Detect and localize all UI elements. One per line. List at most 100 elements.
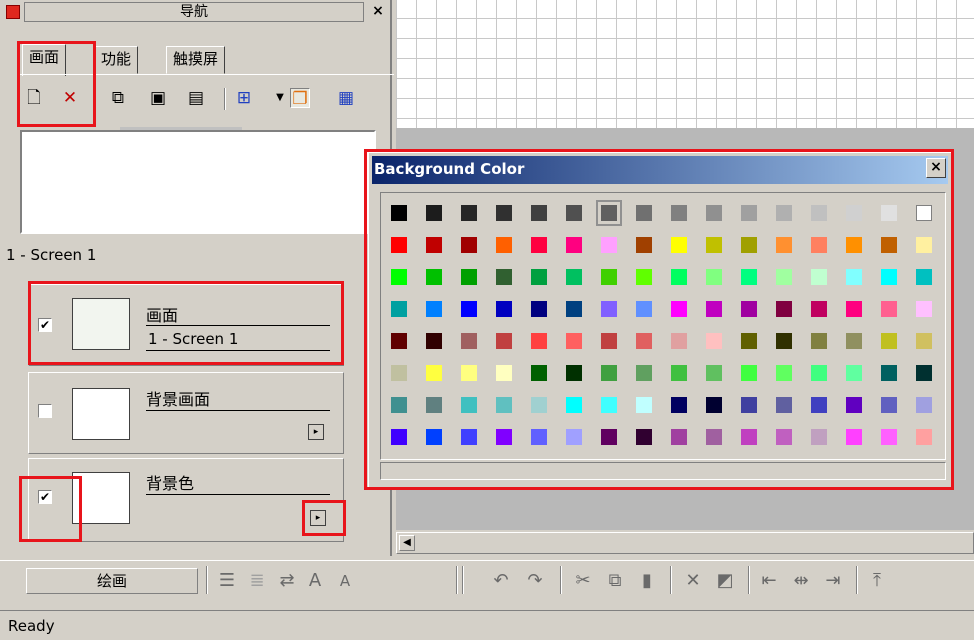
color-swatch[interactable] (916, 237, 932, 253)
color-swatch[interactable] (601, 397, 617, 413)
color-swatch[interactable] (531, 365, 547, 381)
color-swatch[interactable] (811, 333, 827, 349)
align-right-icon[interactable]: ⇥ (822, 569, 844, 593)
color-swatch[interactable] (881, 205, 897, 221)
color-swatch[interactable] (601, 269, 617, 285)
color-swatch[interactable] (636, 397, 652, 413)
color-swatch[interactable] (496, 237, 512, 253)
color-swatch[interactable] (636, 333, 652, 349)
background-screen-arrow-button[interactable]: ▸ (308, 424, 324, 440)
color-swatch[interactable] (566, 269, 582, 285)
color-swatch[interactable] (916, 333, 932, 349)
color-swatch[interactable] (881, 365, 897, 381)
redo-icon[interactable]: ↷ (524, 569, 546, 593)
color-swatch[interactable] (846, 237, 862, 253)
color-swatch[interactable] (916, 269, 932, 285)
color-swatch[interactable] (531, 237, 547, 253)
color-swatch[interactable] (636, 205, 652, 221)
color-swatch[interactable] (601, 333, 617, 349)
color-swatch[interactable] (846, 397, 862, 413)
align-top-icon[interactable]: ⤒ (866, 569, 888, 593)
color-swatch[interactable] (846, 269, 862, 285)
font-grow-icon[interactable]: A (304, 569, 326, 593)
paste-icon[interactable]: ▣ (148, 88, 168, 108)
copy-icon[interactable]: ⧉ (108, 88, 128, 108)
color-swatch[interactable] (741, 429, 757, 445)
edit-icon[interactable]: ◩ (714, 569, 736, 593)
color-swatch[interactable] (461, 365, 477, 381)
color-swatch[interactable] (741, 333, 757, 349)
color-swatch[interactable] (811, 429, 827, 445)
color-swatch[interactable] (881, 429, 897, 445)
color-swatch[interactable] (426, 301, 442, 317)
color-swatch[interactable] (776, 429, 792, 445)
color-swatch[interactable] (671, 205, 687, 221)
color-swatch[interactable] (566, 365, 582, 381)
color-swatch[interactable] (636, 301, 652, 317)
color-swatch[interactable] (531, 269, 547, 285)
align-left-icon[interactable]: ⇤ (758, 569, 780, 593)
color-swatch[interactable] (741, 365, 757, 381)
color-swatch[interactable] (671, 237, 687, 253)
horizontal-scrollbar[interactable]: ◀ (396, 532, 974, 554)
color-swatch[interactable] (671, 269, 687, 285)
color-swatch[interactable] (391, 397, 407, 413)
color-swatch[interactable] (706, 301, 722, 317)
color-swatch[interactable] (461, 397, 477, 413)
color-swatch[interactable] (671, 397, 687, 413)
color-swatch[interactable] (881, 301, 897, 317)
color-swatch[interactable] (391, 333, 407, 349)
color-swatch[interactable] (846, 301, 862, 317)
background-color-arrow-button[interactable]: ▸ (310, 510, 326, 526)
color-swatch[interactable] (566, 397, 582, 413)
color-swatch[interactable] (916, 205, 932, 221)
scroll-left-icon[interactable]: ◀ (399, 535, 415, 551)
color-swatch[interactable] (706, 397, 722, 413)
color-swatch[interactable] (461, 429, 477, 445)
layer-window-icon[interactable]: ❐ (290, 88, 310, 109)
color-swatch[interactable] (496, 429, 512, 445)
color-swatch[interactable] (426, 205, 442, 221)
color-grid-icon[interactable]: ⊞ (234, 88, 254, 108)
new-icon[interactable]: 🗋 (24, 88, 44, 108)
design-canvas[interactable] (396, 0, 974, 128)
tab-function[interactable]: 功能 (94, 46, 139, 74)
color-swatch[interactable] (601, 365, 617, 381)
color-swatch[interactable] (496, 301, 512, 317)
screen-list[interactable] (20, 130, 376, 234)
color-swatch[interactable] (846, 205, 862, 221)
color-swatch[interactable] (636, 269, 652, 285)
color-swatch[interactable] (391, 365, 407, 381)
color-swatch[interactable] (811, 205, 827, 221)
color-swatch[interactable] (811, 269, 827, 285)
layer-background-screen-checkbox[interactable] (38, 404, 52, 418)
color-swatch[interactable] (741, 269, 757, 285)
color-swatch[interactable] (566, 205, 582, 221)
color-swatch[interactable] (776, 333, 792, 349)
color-swatch[interactable] (496, 397, 512, 413)
layer-screen-checkbox[interactable]: ✔ (38, 318, 52, 332)
color-swatch[interactable] (566, 237, 582, 253)
color-swatch[interactable] (496, 269, 512, 285)
tab-screen[interactable]: 画面 (22, 44, 67, 76)
color-swatch[interactable] (741, 205, 757, 221)
dropdown-arrow-icon[interactable]: ▼ (270, 88, 290, 108)
color-swatch[interactable] (846, 333, 862, 349)
color-swatch[interactable] (461, 269, 477, 285)
color-swatch[interactable] (391, 205, 407, 221)
color-swatch[interactable] (881, 397, 897, 413)
color-swatch[interactable] (566, 333, 582, 349)
color-swatch[interactable] (496, 333, 512, 349)
color-swatch[interactable] (811, 301, 827, 317)
color-swatch[interactable] (811, 397, 827, 413)
color-swatch[interactable] (916, 397, 932, 413)
color-swatch[interactable] (776, 205, 792, 221)
color-swatch[interactable] (601, 429, 617, 445)
color-swatch[interactable] (706, 365, 722, 381)
table-icon[interactable]: ▦ (336, 88, 356, 108)
color-swatch[interactable] (776, 365, 792, 381)
color-swatch[interactable] (916, 301, 932, 317)
color-swatch[interactable] (706, 205, 722, 221)
delete-icon[interactable]: ✕ (682, 569, 704, 593)
color-swatch[interactable] (596, 200, 622, 226)
